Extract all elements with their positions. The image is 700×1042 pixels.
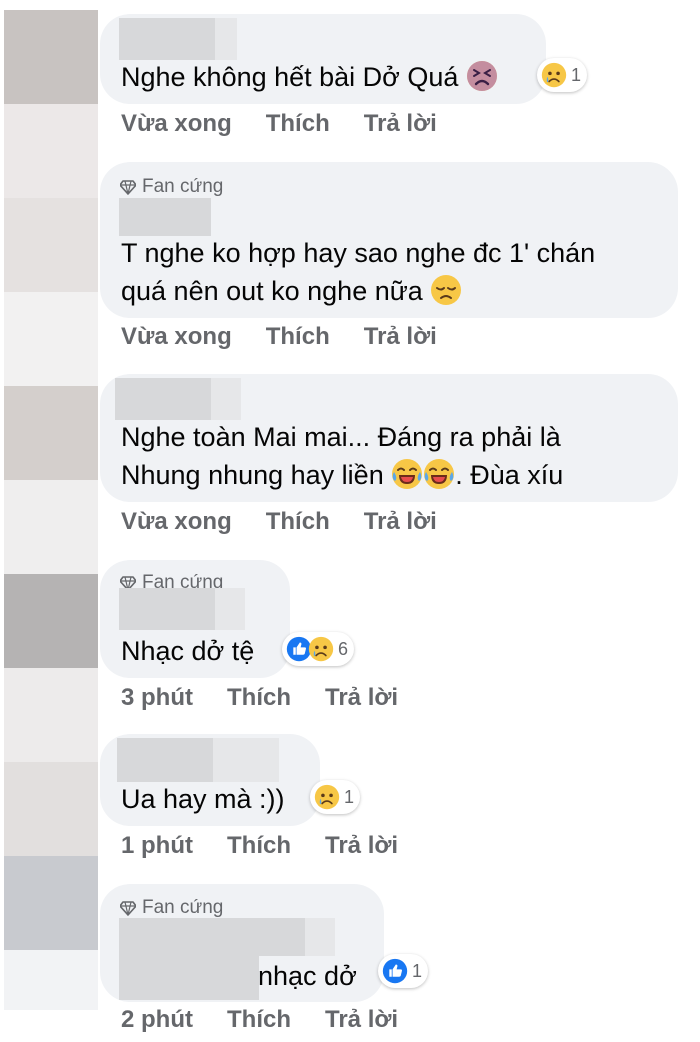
avatar (4, 574, 98, 668)
reply-button[interactable]: Trả lời (325, 684, 398, 712)
comment-text: nhạc dở (258, 957, 357, 995)
blurred-name (119, 198, 211, 236)
avatar (4, 386, 98, 480)
fan-badge-label: Fan cứng (142, 176, 224, 197)
tears-of-joy-emoji (423, 458, 455, 490)
blurred-name (119, 18, 215, 60)
diamond-icon (120, 179, 136, 195)
reply-button[interactable]: Trả lời (364, 110, 437, 138)
avatar-strip (0, 0, 98, 1042)
timestamp[interactable]: 3 phút (121, 684, 193, 712)
fan-badge-label: Fan cứng (142, 897, 224, 918)
avatar (4, 668, 98, 762)
reaction-count: 6 (338, 638, 349, 659)
comment-text: Ua hay mà :)) (121, 780, 285, 818)
comment-actions: 3 phút Thích Trả lời (121, 684, 398, 712)
blurred-name (119, 956, 259, 1000)
timestamp[interactable]: Vừa xong (121, 323, 232, 351)
comment-actions: Vừa xong Thích Trả lời (121, 508, 437, 536)
blurred-name (213, 738, 279, 782)
reply-button[interactable]: Trả lời (325, 832, 398, 860)
avatar (4, 292, 98, 386)
comment-text-line: Ua hay mà :)) (121, 784, 285, 814)
comment-actions: Vừa xong Thích Trả lời (121, 110, 437, 138)
reaction-count: 1 (412, 960, 423, 981)
blurred-name (119, 918, 305, 956)
comment-actions: Vừa xong Thích Trả lời (121, 323, 437, 351)
like-icon (382, 958, 408, 984)
blurred-name (211, 378, 241, 420)
comment-text: T nghe ko hợp hay sao nghe đc 1' chán (121, 234, 595, 272)
reaction-badge[interactable]: 1 (310, 780, 361, 814)
fan-badge: Fan cứng (120, 897, 223, 919)
reply-button[interactable]: Trả lời (325, 1006, 398, 1034)
comment-text-line: quá nên out ko nghe nữa (121, 276, 423, 306)
tired-face-emoji (466, 60, 498, 92)
timestamp[interactable]: Vừa xong (121, 508, 232, 536)
blurred-name (115, 378, 211, 420)
fan-badge: Fan cứng (120, 176, 223, 198)
like-button[interactable]: Thích (266, 110, 330, 138)
reaction-badge[interactable]: 6 (282, 632, 355, 666)
comment-text-line: nhạc dở (258, 961, 357, 991)
timestamp[interactable]: Vừa xong (121, 110, 232, 138)
blurred-name (215, 18, 237, 60)
comment-text-line: . Đùa xíu (455, 460, 564, 490)
avatar (4, 856, 98, 950)
like-button[interactable]: Thích (266, 508, 330, 536)
comment-text-line: Nhung nhung hay liền (121, 460, 384, 490)
pensive-face-emoji (430, 274, 462, 306)
avatar (4, 198, 98, 292)
comment-actions: 2 phút Thích Trả lời (121, 1006, 398, 1034)
comment-text: Nhung nhung hay liền . Đùa xíu (121, 456, 563, 494)
reaction-badge[interactable]: 1 (537, 58, 588, 92)
tears-of-joy-emoji (391, 458, 423, 490)
timestamp[interactable]: 2 phút (121, 1006, 193, 1034)
comment-text-line: T nghe ko hợp hay sao nghe đc 1' chán (121, 238, 596, 268)
sad-face-emoji (541, 62, 567, 88)
diamond-icon (120, 900, 136, 916)
comment-text-line: Nhạc dở tệ (121, 636, 255, 666)
like-button[interactable]: Thích (227, 1006, 291, 1034)
blurred-name (215, 588, 245, 630)
comment-actions: 1 phút Thích Trả lời (121, 832, 398, 860)
comment-text: Nghe toàn Mai mai... Đáng ra phải là (121, 418, 561, 456)
reaction-count: 1 (571, 64, 582, 85)
timestamp[interactable]: 1 phút (121, 832, 193, 860)
avatar (4, 480, 98, 574)
avatar (4, 950, 98, 1010)
avatar (4, 10, 98, 104)
blurred-name (119, 588, 215, 630)
sad-face-emoji (314, 784, 340, 810)
like-button[interactable]: Thích (227, 832, 291, 860)
comment-text-line: Nghe không hết bài Dở Quá (121, 62, 459, 92)
avatar (4, 762, 98, 856)
like-button[interactable]: Thích (266, 323, 330, 351)
avatar (4, 104, 98, 198)
comment-text: quá nên out ko nghe nữa (121, 272, 462, 310)
reaction-count: 1 (344, 786, 355, 807)
like-button[interactable]: Thích (227, 684, 291, 712)
blurred-name (117, 738, 213, 782)
comment-text: Nghe không hết bài Dở Quá (121, 58, 498, 96)
comment-text-line: Nghe toàn Mai mai... Đáng ra phải là (121, 422, 561, 452)
blurred-name (305, 918, 335, 956)
sad-face-emoji (308, 636, 334, 662)
reply-button[interactable]: Trả lời (364, 508, 437, 536)
reaction-badge[interactable]: 1 (378, 954, 429, 988)
comment-text: Nhạc dở tệ (121, 632, 254, 670)
reply-button[interactable]: Trả lời (364, 323, 437, 351)
